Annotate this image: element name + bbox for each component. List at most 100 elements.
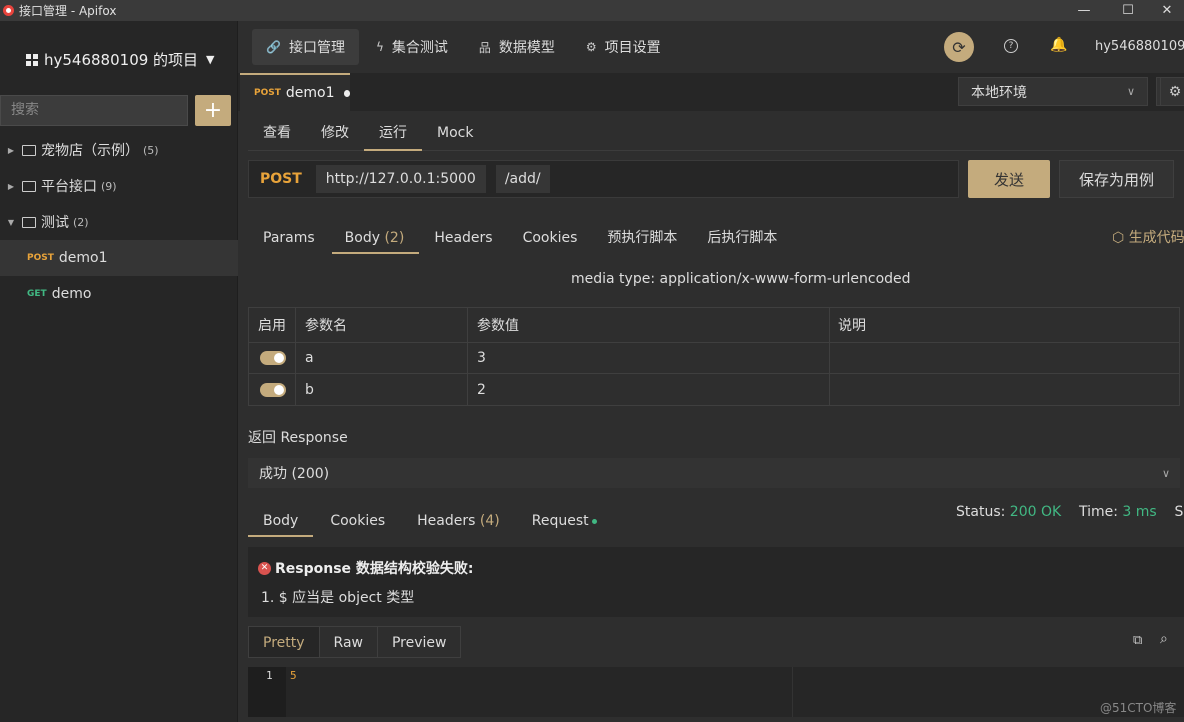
close-button[interactable]: ✕ bbox=[1150, 0, 1184, 21]
param-value-cell[interactable]: 2 bbox=[468, 374, 830, 405]
env-settings-button[interactable]: ⚙ bbox=[1160, 77, 1184, 106]
resp-tab-request[interactable]: Request bbox=[517, 503, 612, 537]
status-label: Status: bbox=[956, 504, 1006, 520]
tab-label: Headers bbox=[434, 230, 493, 246]
tab-run[interactable]: 运行 bbox=[364, 111, 422, 151]
gear-icon: ⚙ bbox=[585, 40, 597, 54]
generate-code-link[interactable]: ⬡ 生成代码 bbox=[1112, 227, 1184, 247]
main-panel: 查看 修改 运行 Mock POST http://127.0.0.1:5000… bbox=[238, 111, 1184, 722]
bolt-icon: ϟ bbox=[375, 40, 384, 54]
send-button[interactable]: 发送 bbox=[968, 160, 1050, 198]
tree-api-label: demo1 bbox=[58, 250, 108, 266]
project-selector[interactable]: hy546880109 的项目 ▼ bbox=[26, 49, 215, 70]
tab-params[interactable]: Params bbox=[248, 218, 330, 254]
chevron-down-icon: ∨ bbox=[1161, 466, 1170, 480]
tab-mock[interactable]: Mock bbox=[422, 111, 488, 151]
tab-edit[interactable]: 修改 bbox=[306, 111, 364, 151]
enable-toggle[interactable] bbox=[260, 351, 286, 365]
status-dot-icon bbox=[591, 518, 597, 524]
tree-folder-petstore[interactable]: ▶ 宠物店（示例） (5) bbox=[0, 132, 238, 168]
nav-tab-project-settings[interactable]: ⚙ 项目设置 bbox=[572, 29, 675, 65]
resp-tab-body[interactable]: Body bbox=[248, 503, 314, 537]
enable-toggle[interactable] bbox=[260, 382, 286, 397]
doc-tab-demo1[interactable]: POST demo1 bbox=[240, 73, 350, 111]
tree-folder-count: (5) bbox=[143, 143, 159, 157]
tab-body[interactable]: Body (2) bbox=[330, 218, 420, 254]
generate-code-label: 生成代码 bbox=[1128, 230, 1184, 246]
base-url[interactable]: http://127.0.0.1:5000 bbox=[315, 165, 486, 193]
method-badge: GET bbox=[27, 289, 47, 299]
error-icon: ✕ bbox=[258, 561, 271, 575]
format-tabs: Pretty Raw Preview bbox=[248, 626, 462, 658]
copy-icon[interactable]: ⧉ bbox=[1133, 633, 1142, 648]
tab-label: Cookies bbox=[330, 513, 386, 529]
doc-tab-label: demo1 bbox=[285, 85, 335, 101]
sub-tabs: 查看 修改 运行 Mock bbox=[248, 111, 1184, 151]
tree-api-demo[interactable]: GET demo bbox=[0, 276, 238, 312]
param-value-cell[interactable]: 3 bbox=[468, 343, 830, 373]
nav-tab-api-management[interactable]: 🔗 接口管理 bbox=[252, 29, 359, 65]
save-as-case-button[interactable]: 保存为用例 bbox=[1059, 160, 1174, 198]
apifox-logo-icon bbox=[3, 5, 14, 16]
tab-label: Request bbox=[531, 513, 589, 529]
user-name[interactable]: hy546880109 bbox=[1095, 39, 1184, 54]
minimize-button[interactable]: — bbox=[1062, 0, 1106, 21]
model-icon: 品 bbox=[478, 40, 491, 55]
header-cell: 参数值 bbox=[468, 308, 830, 342]
environment-select[interactable]: 本地环境 ∨ bbox=[958, 77, 1148, 106]
top-nav: 🔗 接口管理 ϟ 集合测试 品 数据模型 ⚙ 项目设置 ⟳ ? 🔔 hy5468… bbox=[238, 21, 1184, 73]
search-input[interactable]: 搜索 bbox=[0, 95, 188, 126]
tab-view[interactable]: 查看 bbox=[248, 111, 306, 151]
format-tab-preview[interactable]: Preview bbox=[376, 626, 462, 658]
param-desc-cell[interactable] bbox=[830, 343, 1179, 373]
format-tab-pretty[interactable]: Pretty bbox=[248, 626, 320, 658]
help-icon[interactable]: ? bbox=[1004, 39, 1018, 53]
tree-folder-test[interactable]: ▼ 测试 (2) bbox=[0, 204, 238, 240]
watermark: @51CTO博客 bbox=[1100, 701, 1177, 715]
response-tabs: Body Cookies Headers (4) Request bbox=[248, 503, 614, 537]
header-cell: 启用 bbox=[249, 308, 296, 342]
tab-label: Params bbox=[263, 230, 315, 246]
title-bar: 接口管理 - Apifox bbox=[0, 0, 1184, 21]
nav-tab-collection-test[interactable]: ϟ 集合测试 bbox=[362, 29, 462, 65]
tab-post-script[interactable]: 后执行脚本 bbox=[692, 218, 792, 254]
tab-headers[interactable]: Headers bbox=[419, 218, 507, 254]
param-name-cell[interactable]: a bbox=[296, 343, 468, 373]
doc-tab-bar: POST demo1 本地环境 ∨ 👁 bbox=[238, 73, 1184, 111]
search-icon[interactable]: ⌕ bbox=[1160, 631, 1168, 647]
enable-cell bbox=[249, 374, 296, 405]
param-name-cell[interactable]: b bbox=[296, 374, 468, 405]
format-tab-raw[interactable]: Raw bbox=[318, 626, 378, 658]
folder-icon bbox=[22, 144, 36, 156]
url-bar: POST http://127.0.0.1:5000 /add/ bbox=[248, 160, 959, 198]
tab-cookies[interactable]: Cookies bbox=[508, 218, 593, 254]
caret-down-icon: ▼ bbox=[206, 53, 215, 66]
method-select[interactable]: POST bbox=[249, 171, 313, 187]
param-desc-cell[interactable] bbox=[830, 374, 1179, 405]
header-cell: 参数名 bbox=[296, 308, 468, 342]
tree-api-demo1[interactable]: POST demo1 bbox=[0, 240, 238, 276]
bell-icon[interactable]: 🔔 bbox=[1050, 37, 1067, 53]
folder-open-icon bbox=[22, 216, 36, 228]
method-badge: POST bbox=[27, 253, 54, 263]
response-title: 返回 Response bbox=[248, 430, 348, 446]
nav-tab-data-model[interactable]: 品 数据模型 bbox=[465, 29, 569, 65]
chevron-down-icon: ∨ bbox=[1126, 85, 1135, 98]
response-body-editor[interactable]: 1 5 bbox=[248, 667, 1184, 717]
resp-tab-cookies[interactable]: Cookies bbox=[315, 503, 400, 537]
tab-label: Body bbox=[344, 230, 381, 246]
tab-pre-script[interactable]: 预执行脚本 bbox=[592, 218, 692, 254]
path-input[interactable]: /add/ bbox=[495, 165, 550, 193]
caret-right-icon: ▶ bbox=[7, 181, 15, 191]
response-select[interactable]: 成功 (200) ∨ bbox=[248, 458, 1180, 488]
maximize-button[interactable]: ☐ bbox=[1106, 0, 1150, 21]
sync-button[interactable]: ⟳ bbox=[944, 32, 974, 62]
time-label: Time: bbox=[1078, 504, 1118, 520]
tab-label: Body bbox=[263, 513, 299, 529]
add-button[interactable]: + bbox=[195, 95, 231, 126]
tree-folder-platform[interactable]: ▶ 平台接口 (9) bbox=[0, 168, 238, 204]
caret-right-icon: ▶ bbox=[7, 145, 15, 155]
resp-tab-headers[interactable]: Headers (4) bbox=[402, 503, 515, 537]
tab-label: 后执行脚本 bbox=[707, 230, 778, 246]
tree-folder-count: (2) bbox=[73, 215, 89, 229]
